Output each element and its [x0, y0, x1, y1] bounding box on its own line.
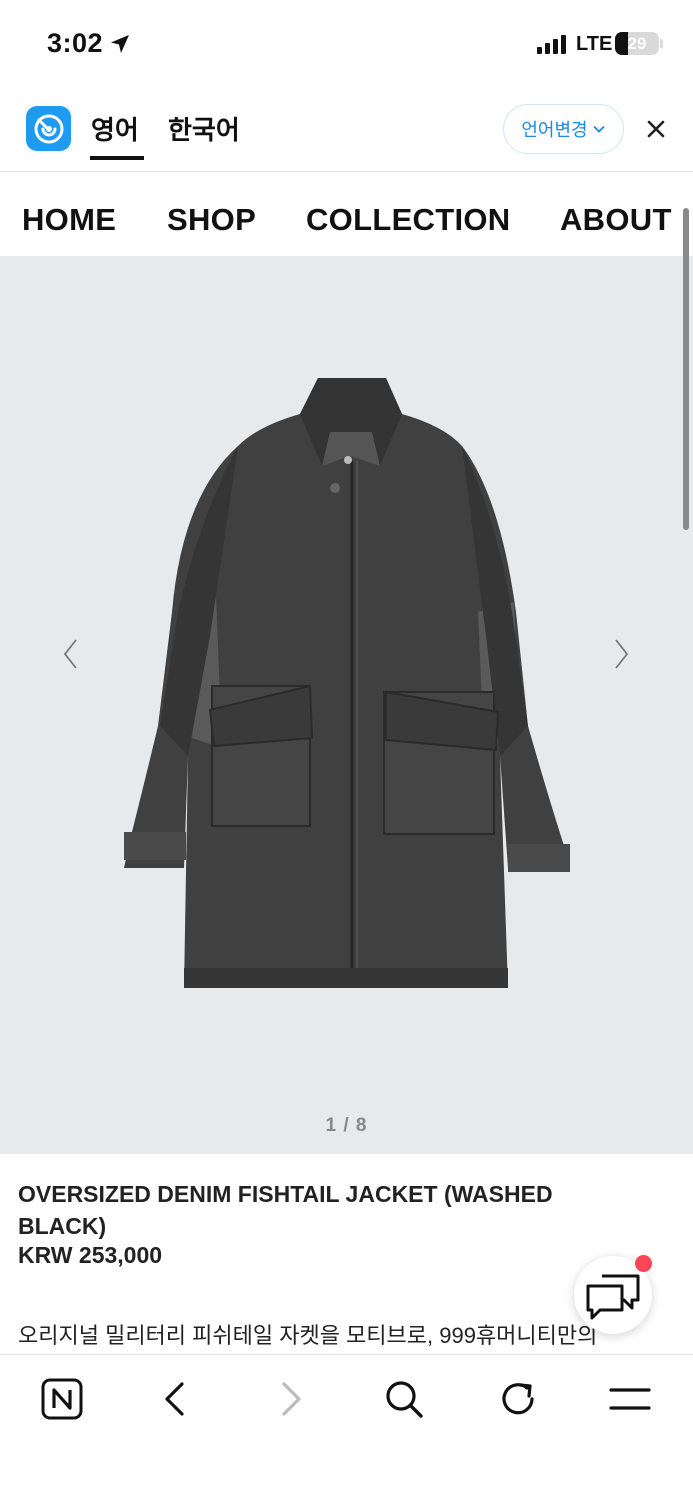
notification-dot — [635, 1255, 652, 1272]
cellular-signal-icon — [537, 34, 566, 54]
battery-percentage: 29 — [627, 34, 647, 53]
nav-item-shop[interactable]: SHOP — [167, 202, 256, 238]
location-arrow-icon — [111, 34, 130, 53]
product-photo — [124, 378, 570, 988]
nav-item-about[interactable]: ABOUT — [560, 202, 672, 238]
network-type: LTE — [576, 33, 613, 55]
chevron-down-icon — [592, 125, 605, 133]
chevron-right-icon[interactable] — [268, 1377, 312, 1421]
previous-image-arrow-icon[interactable] — [60, 637, 82, 671]
change-language-button[interactable]: 언어변경 — [503, 104, 624, 154]
nav-item-home[interactable]: HOME — [22, 202, 116, 238]
search-icon[interactable] — [382, 1377, 426, 1421]
site-navigation: HOME SHOP COLLECTION ABOUT — [3, 176, 690, 256]
tab-source-language[interactable]: 영어 — [91, 110, 139, 147]
image-pager: 1 / 8 — [325, 1115, 368, 1136]
battery-nub — [660, 39, 663, 48]
change-language-label: 언어변경 — [521, 120, 588, 140]
naver-n-icon[interactable] — [40, 1377, 84, 1421]
status-time-group: 3:02 — [47, 28, 131, 59]
menu-icon[interactable] — [608, 1377, 652, 1421]
close-icon[interactable] — [641, 114, 671, 144]
reload-icon[interactable] — [496, 1377, 540, 1421]
chevron-left-icon[interactable] — [154, 1377, 198, 1421]
papago-logo-icon — [26, 106, 71, 151]
active-tab-underline — [90, 156, 144, 160]
browser-toolbar — [0, 1354, 693, 1500]
tab-target-language[interactable]: 한국어 — [168, 110, 240, 147]
translate-bar: 영어 한국어 언어변경 — [0, 90, 693, 172]
product-image-carousel[interactable] — [0, 256, 693, 1154]
next-image-arrow-icon[interactable] — [610, 637, 632, 671]
battery-icon: 29 — [615, 32, 659, 55]
product-title: OVERSIZED DENIM FISHTAIL JACKET (WASHED … — [18, 1181, 553, 1239]
status-bar: 3:02 LTE 29 — [0, 0, 693, 90]
status-time: 3:02 — [47, 28, 104, 58]
page-scrollbar[interactable] — [683, 208, 689, 530]
product-price: KRW 253,000 — [18, 1242, 163, 1268]
nav-item-collection[interactable]: COLLECTION — [306, 202, 511, 238]
